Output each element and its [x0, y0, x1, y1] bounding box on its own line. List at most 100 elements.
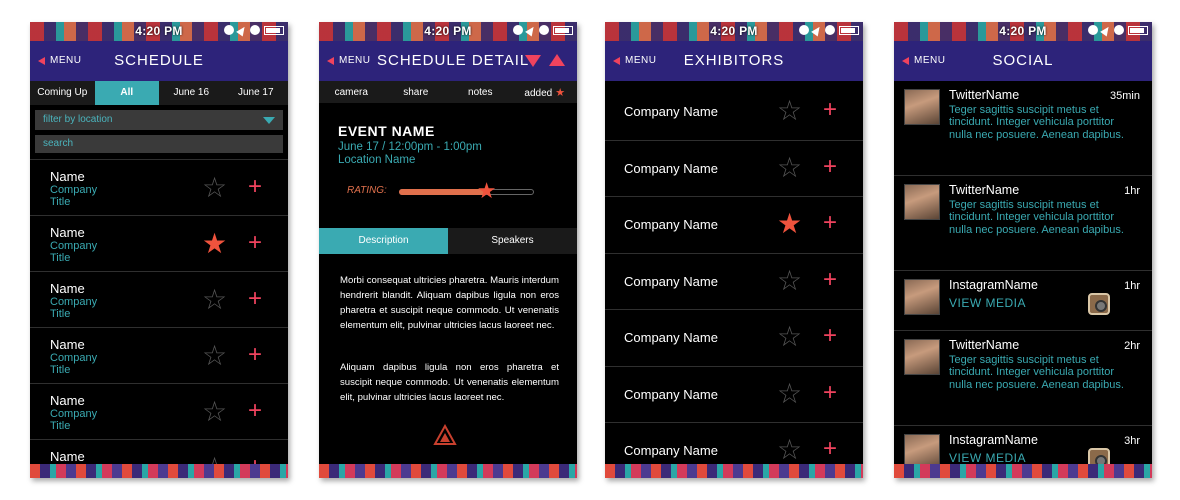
menu-button[interactable]: MENU	[327, 55, 370, 66]
star-icon[interactable]: ☆	[777, 153, 802, 182]
event-location: Location Name	[338, 154, 416, 166]
page-title: EXHIBITORS	[683, 52, 785, 69]
tab-june-16[interactable]: June 16	[159, 81, 224, 105]
exhibitor-list-item[interactable]: Company Name ☆ +	[605, 84, 863, 141]
exhibitors-screen: 4:20 PM MENU EXHIBITORS Company Name ☆ + Co…	[605, 22, 863, 478]
social-post[interactable]: TwitterName 1hr Teger sagittis suscipit me…	[894, 176, 1152, 271]
added-label: added	[524, 87, 553, 99]
arrow-up-icon[interactable]	[549, 54, 565, 66]
add-icon[interactable]: +	[248, 399, 262, 423]
star-icon[interactable]: ☆	[777, 379, 802, 408]
exhibitor-list-item[interactable]: Company Name ☆ +	[605, 310, 863, 367]
schedule-detail-screen: 4:20 PM MENU SCHEDULE DETAIL camera shar…	[319, 22, 577, 478]
action-bar: camera share notes added ★	[319, 81, 577, 103]
schedule-list-item[interactable]: Name Company Title ☆ +	[30, 159, 288, 215]
menu-label: MENU	[339, 55, 371, 66]
schedule-list-item[interactable]: Name Company Title ☆ +	[30, 271, 288, 327]
avatar	[904, 184, 940, 220]
add-icon[interactable]: +	[248, 287, 262, 311]
location-filter-select[interactable]: filter by location	[35, 110, 283, 130]
pattern-strip	[894, 464, 1152, 478]
date-tabs: Coming Up All June 16 June 17	[30, 81, 288, 105]
add-icon[interactable]: +	[823, 154, 837, 179]
star-icon[interactable]: ☆	[777, 97, 802, 125]
lock-icon	[1114, 25, 1124, 35]
social-post[interactable]: TwitterName 35min Teger sagittis suscipit …	[894, 81, 1152, 176]
add-icon[interactable]: +	[248, 343, 262, 367]
notes-button[interactable]: notes	[448, 87, 513, 98]
detail-segmented-control: Description Speakers	[319, 228, 577, 254]
status-bar: 4:20 PM	[894, 22, 1152, 41]
exhibitor-list-item[interactable]: Company Name ★ +	[605, 197, 863, 254]
post-time: 2hr	[1124, 340, 1140, 352]
location-icon	[1100, 24, 1112, 36]
clock-icon	[224, 25, 234, 35]
status-icons	[224, 24, 284, 36]
post-author: InstagramName	[949, 278, 1038, 292]
social-post[interactable]: TwitterName 2hr Teger sagittis suscipit me…	[894, 331, 1152, 426]
star-icon[interactable]: ☆	[777, 323, 802, 351]
add-icon[interactable]: +	[823, 267, 837, 292]
star-icon[interactable]: ☆	[202, 174, 227, 202]
star-icon[interactable]: ☆	[202, 286, 227, 314]
social-post[interactable]: InstagramName 1hr VIEW MEDIA	[894, 271, 1152, 331]
instagram-icon	[1088, 293, 1110, 315]
star-icon[interactable]: ☆	[777, 266, 802, 295]
session-company: Company	[50, 296, 98, 308]
clock-icon	[1088, 25, 1098, 35]
tab-coming-up[interactable]: Coming Up	[30, 81, 95, 105]
exhibitor-list-item[interactable]: Company Name ☆ +	[605, 254, 863, 310]
post-time: 1hr	[1124, 185, 1140, 197]
camera-button[interactable]: camera	[319, 87, 384, 98]
exhibitor-name: Company Name	[624, 273, 718, 289]
added-button[interactable]: added ★	[513, 86, 578, 99]
tab-speakers[interactable]: Speakers	[448, 228, 577, 254]
star-icon[interactable]: ★	[777, 210, 802, 238]
post-author: TwitterName	[949, 338, 1020, 352]
star-icon[interactable]: ★	[202, 230, 227, 258]
add-icon[interactable]: +	[823, 324, 837, 348]
add-icon[interactable]: +	[248, 175, 262, 199]
pattern-strip	[319, 464, 577, 478]
logo-icon	[433, 424, 457, 445]
battery-icon	[1128, 25, 1148, 35]
share-button[interactable]: share	[384, 87, 449, 98]
star-icon[interactable]: ☆	[777, 436, 802, 464]
session-name: Name	[50, 169, 85, 184]
exhibitor-name: Company Name	[624, 386, 718, 402]
arrow-down-icon[interactable]	[525, 55, 541, 67]
tab-all[interactable]: All	[94, 81, 159, 105]
session-company: Company	[50, 352, 98, 364]
session-title: Title	[50, 420, 71, 432]
add-icon[interactable]: +	[823, 98, 837, 122]
star-icon[interactable]: ★	[477, 180, 497, 202]
event-name: EVENT NAME	[338, 123, 435, 139]
status-icons	[513, 24, 573, 36]
page-title: SCHEDULE DETAIL	[377, 52, 530, 69]
battery-icon	[264, 25, 284, 35]
schedule-screen: 4:20 PM MENU SCHEDULE Coming Up All June…	[30, 22, 288, 478]
star-icon[interactable]: ☆	[202, 342, 227, 370]
pattern-strip	[605, 464, 863, 478]
status-bar: 4:20 PM	[319, 22, 577, 41]
schedule-list-item[interactable]: Name Company Title ☆ +	[30, 383, 288, 439]
session-title: Title	[50, 364, 71, 376]
add-icon[interactable]: +	[823, 437, 837, 461]
session-title: Title	[50, 252, 71, 264]
add-icon[interactable]: +	[823, 380, 837, 405]
add-icon[interactable]: +	[823, 211, 837, 235]
search-input[interactable]: search	[35, 135, 283, 153]
lock-icon	[539, 25, 549, 35]
star-icon[interactable]: ☆	[202, 398, 227, 426]
social-screen: 4:20 PM MENU SOCIAL TwitterName 35min Tege…	[894, 22, 1152, 478]
status-icons	[1088, 24, 1148, 36]
add-icon[interactable]: +	[248, 231, 262, 255]
tab-description[interactable]: Description	[319, 228, 448, 254]
session-title: Title	[50, 308, 71, 320]
schedule-list-item[interactable]: Name Company Title ☆ +	[30, 327, 288, 383]
session-name: Name	[50, 337, 85, 352]
tab-june-17[interactable]: June 17	[224, 81, 289, 105]
schedule-list-item[interactable]: Name Company Title ★ +	[30, 215, 288, 271]
exhibitor-list-item[interactable]: Company Name ☆ +	[605, 367, 863, 423]
exhibitor-list-item[interactable]: Company Name ☆ +	[605, 141, 863, 197]
